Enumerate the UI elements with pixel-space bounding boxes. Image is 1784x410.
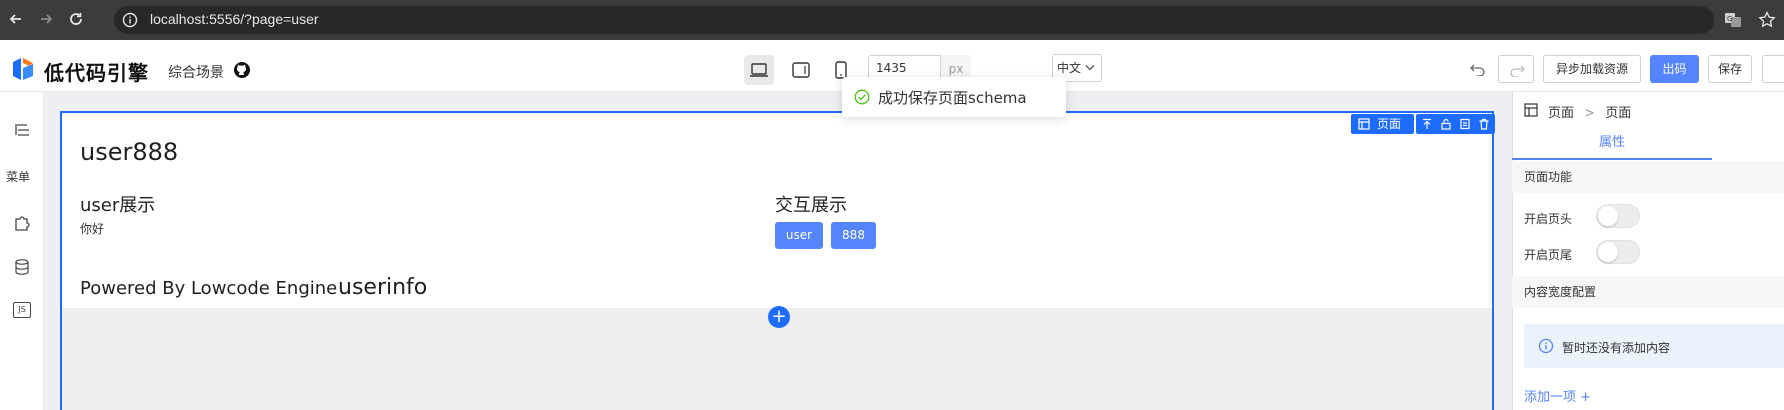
menu-label[interactable]: 菜单 bbox=[6, 168, 30, 185]
desktop-device-button[interactable] bbox=[744, 55, 774, 85]
language-value: 中文 bbox=[1057, 61, 1082, 75]
redo-button[interactable] bbox=[1498, 55, 1534, 83]
async-load-resources-button[interactable]: 异步加载资源 bbox=[1543, 55, 1641, 83]
breadcrumb-root[interactable]: 页面 bbox=[1548, 106, 1574, 121]
tablet-icon bbox=[792, 62, 810, 78]
interaction-section-heading: 交互展示 bbox=[775, 195, 847, 216]
desktop-icon bbox=[750, 63, 768, 77]
empty-notice-text: 暂时还没有添加内容 bbox=[1562, 341, 1671, 355]
logo-icon bbox=[10, 56, 36, 82]
page-features-section-title: 页面功能 bbox=[1512, 161, 1784, 193]
forward-icon[interactable] bbox=[38, 11, 54, 27]
database-icon bbox=[15, 259, 29, 275]
delete-icon[interactable] bbox=[1478, 118, 1490, 130]
js-icon: JS bbox=[13, 302, 31, 318]
more-toolbar-button[interactable] bbox=[1762, 55, 1784, 83]
undo-icon[interactable] bbox=[1470, 62, 1486, 76]
canvas-width-value[interactable]: 1435 bbox=[876, 61, 907, 75]
outline-tree-button[interactable] bbox=[8, 119, 36, 143]
tablet-device-button[interactable] bbox=[786, 55, 816, 85]
greeting-text: 你好 bbox=[80, 222, 105, 236]
move-up-icon[interactable] bbox=[1421, 118, 1433, 130]
info-icon bbox=[1538, 338, 1554, 354]
user-button[interactable]: user bbox=[775, 222, 823, 249]
back-icon[interactable] bbox=[8, 11, 24, 27]
breadcrumb-current: 页面 bbox=[1605, 106, 1632, 121]
layout-icon bbox=[1524, 103, 1538, 117]
lock-icon[interactable] bbox=[1440, 118, 1452, 130]
scene-label: 综合场景 bbox=[168, 65, 224, 81]
enable-footer-label: 开启页尾 bbox=[1524, 248, 1573, 262]
number-button[interactable]: 888 bbox=[831, 222, 876, 249]
userinfo-text: userinfo bbox=[338, 275, 428, 300]
layout-icon bbox=[1358, 118, 1370, 130]
reload-icon[interactable] bbox=[68, 11, 84, 27]
brand-name: 低代码引擎 bbox=[44, 61, 149, 85]
breadcrumb-separator: > bbox=[1584, 106, 1596, 121]
content-width-section-title: 内容宽度配置 bbox=[1512, 276, 1784, 308]
address-bar[interactable] bbox=[114, 6, 1714, 34]
powered-by-text: Powered By Lowcode Engine bbox=[80, 278, 338, 299]
enable-footer-switch[interactable] bbox=[1596, 240, 1640, 264]
save-button[interactable]: 保存 bbox=[1708, 55, 1752, 83]
site-info-icon[interactable] bbox=[122, 12, 138, 28]
breadcrumb: 页面 > 页面 bbox=[1548, 102, 1631, 121]
add-item-link[interactable]: 添加一项 + bbox=[1524, 386, 1591, 405]
svg-text:G: G bbox=[1727, 15, 1732, 23]
redo-icon bbox=[1509, 63, 1525, 77]
page-title: user888 bbox=[80, 138, 179, 166]
js-code-button[interactable]: JS bbox=[8, 298, 36, 322]
outline-tree-icon bbox=[15, 124, 29, 136]
tab-properties[interactable]: 属性 bbox=[1512, 130, 1712, 160]
enable-header-switch[interactable] bbox=[1596, 204, 1640, 228]
export-code-button[interactable]: 出码 bbox=[1650, 55, 1699, 83]
user-section-heading: user展示 bbox=[80, 195, 156, 216]
datasource-button[interactable] bbox=[8, 255, 36, 279]
success-check-icon bbox=[854, 89, 870, 105]
selection-actions bbox=[1416, 114, 1495, 134]
add-component-button[interactable]: + bbox=[768, 306, 790, 328]
bookmark-star-icon[interactable] bbox=[1758, 11, 1776, 29]
puzzle-icon bbox=[15, 216, 30, 231]
github-icon[interactable] bbox=[233, 61, 251, 79]
url-text[interactable]: localhost:5556/?page=user bbox=[150, 11, 319, 27]
enable-header-label: 开启页头 bbox=[1524, 212, 1573, 226]
chevron-down-icon bbox=[1085, 64, 1095, 72]
copy-icon[interactable] bbox=[1459, 118, 1471, 130]
selection-tag[interactable]: 页面 bbox=[1351, 114, 1414, 134]
translate-icon[interactable]: G bbox=[1724, 11, 1742, 29]
selection-tag-label: 页面 bbox=[1377, 117, 1402, 131]
components-button[interactable] bbox=[8, 211, 36, 235]
toast-message: 成功保存页面schema bbox=[878, 89, 1027, 107]
